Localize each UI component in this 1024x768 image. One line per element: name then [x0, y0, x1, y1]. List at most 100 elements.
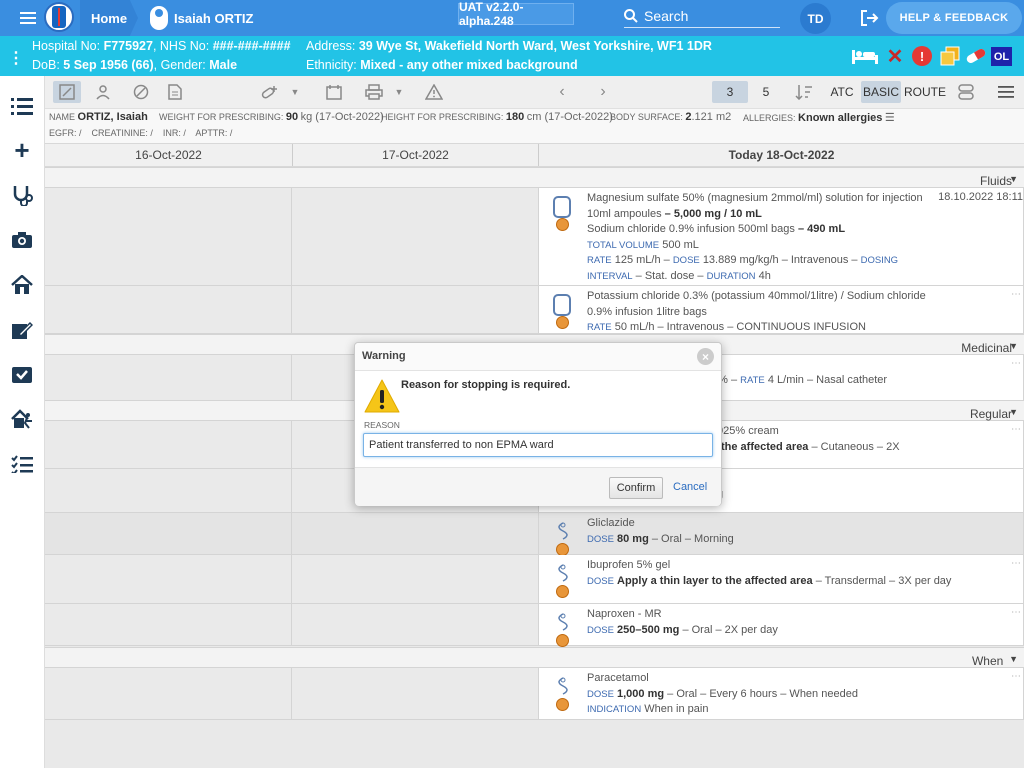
patient-tab[interactable]: Isaiah ORTIZ: [150, 0, 253, 36]
days-5-button[interactable]: 5: [755, 81, 777, 103]
patient-banner: ⋮ Hospital No: F775927, NHS No: ###-###-…: [0, 36, 1024, 76]
chart-view-icon[interactable]: [53, 81, 81, 103]
add-medication-dropdown-icon[interactable]: ▼: [288, 81, 302, 103]
gas-rate: 4 L/min – Nasal catheter: [767, 374, 888, 386]
table-row[interactable]: Naproxen - MR DOSE 250–500 mg – Oral – 2…: [45, 604, 1024, 647]
atc-button[interactable]: ATC: [827, 81, 857, 103]
previous-arrow-icon[interactable]: ‹: [553, 81, 571, 103]
more-dots-icon[interactable]: ⋯: [1011, 424, 1021, 435]
duration-label: DURATION: [706, 270, 756, 282]
sort-icon[interactable]: [793, 81, 815, 103]
address-line: Address: 39 Wye St, Wakefield North Ward…: [306, 39, 712, 53]
med-name-2: Sodium chloride 0.9% infusion 500ml bags: [587, 223, 795, 235]
med-dose: 80 mg: [617, 532, 649, 545]
med-magnesium: Magnesium sulfate 50% (magnesium 2mmol/m…: [587, 191, 923, 284]
print-icon[interactable]: [363, 81, 385, 103]
reason-input[interactable]: [363, 433, 713, 457]
dialog-title: Warning: [362, 350, 406, 362]
section-when-needed[interactable]: When needed ▼: [45, 647, 1024, 682]
edit-document-icon[interactable]: [8, 316, 36, 344]
med-paracetamol: Paracetamol DOSE 1,000 mg – Oral – Every…: [587, 671, 1017, 718]
cancel-link[interactable]: Cancel: [673, 481, 707, 493]
calendar-add-icon[interactable]: [323, 81, 345, 103]
gender: Male: [209, 58, 238, 72]
med-dose: 1,000 mg: [617, 687, 665, 700]
med-gliclazide: Gliclazide DOSE 80 mg – Oral – Morning: [587, 516, 1017, 547]
close-icon[interactable]: ×: [697, 348, 714, 365]
name-label: NAME: [49, 112, 76, 122]
name-value: ORTIZ, Isaiah: [77, 111, 148, 123]
info-allergies[interactable]: ALLERGIES: Known allergies ☰: [743, 111, 895, 124]
administer-icon[interactable]: [91, 81, 115, 103]
height-value: 180: [505, 111, 525, 123]
oral-med-icon: [553, 521, 573, 557]
duration-value: 4h: [758, 269, 771, 282]
table-row[interactable]: Gliclazide DOSE 80 mg – Oral – Morning: [45, 513, 1024, 557]
list-icon[interactable]: [8, 92, 36, 120]
table-row[interactable]: Ibuprofen 5% gel DOSE Apply a thin layer…: [45, 555, 1024, 604]
days-3-button[interactable]: 3: [712, 81, 748, 103]
info-height: HEIGHT FOR PRESCRIBING: 180 cm (17-Oct-2…: [381, 111, 613, 123]
date-col-2: 17-Oct-2022: [293, 144, 539, 166]
camera-icon[interactable]: [8, 226, 36, 254]
route-button[interactable]: ROUTE: [904, 81, 946, 103]
date-header: 16-Oct-2022 17-Oct-2022 Today 18-Oct-202…: [45, 143, 1024, 167]
search-box[interactable]: Search: [624, 4, 780, 28]
emergency-exit-icon[interactable]: [8, 405, 36, 433]
more-dots-icon[interactable]: ⋯: [1011, 607, 1021, 618]
address: 39 Wye St, Wakefield North Ward, West Yo…: [358, 39, 712, 53]
table-row[interactable]: Paracetamol DOSE 1,000 mg – Oral – Every…: [45, 668, 1024, 720]
inbox-check-icon[interactable]: [8, 360, 36, 388]
checklist-icon[interactable]: [8, 450, 36, 478]
table-row[interactable]: Potassium chloride 0.3% (potassium 40mmo…: [45, 286, 1024, 334]
med-potassium: Potassium chloride 0.3% (potassium 40mmo…: [587, 289, 953, 336]
version-badge: UAT v2.2.0-alpha.248: [458, 0, 574, 28]
add-medication-icon[interactable]: [258, 81, 282, 103]
cream-rest: – Cutaneous – 2X: [811, 440, 900, 453]
menu-icon[interactable]: [10, 0, 46, 36]
alert-icon[interactable]: !: [912, 46, 932, 66]
next-arrow-icon[interactable]: ›: [594, 81, 612, 103]
indication-label: INDICATION: [587, 704, 642, 715]
bed-icon[interactable]: [850, 46, 880, 66]
med-ibuprofen: Ibuprofen 5% gel DOSE Apply a thin layer…: [587, 558, 963, 589]
apttr: APTTR: /: [195, 128, 233, 138]
kebab-menu-icon[interactable]: ⋮: [8, 48, 24, 68]
home-care-icon[interactable]: [8, 271, 36, 299]
app-logo: [44, 2, 74, 32]
search-label: Search: [644, 7, 689, 24]
home-tab[interactable]: Home: [80, 0, 138, 36]
stethoscope-icon[interactable]: [8, 181, 36, 209]
section-fluids-label: Fluids: [979, 174, 1012, 188]
ol-status-badge[interactable]: OL: [991, 47, 1012, 66]
logout-icon[interactable]: [858, 6, 882, 30]
document-icon[interactable]: [165, 81, 185, 103]
cancel-prescription-icon[interactable]: [129, 81, 153, 103]
list-small-icon: ☰: [884, 112, 895, 124]
more-dots-icon[interactable]: ⋯: [1011, 289, 1021, 300]
more-dots-icon[interactable]: ⋯: [1011, 358, 1021, 369]
groups-icon[interactable]: [955, 81, 977, 103]
cream-dose: the affected area: [721, 440, 809, 453]
user-avatar[interactable]: TD: [800, 3, 831, 34]
warning-triangle-icon[interactable]: [423, 81, 445, 103]
table-row[interactable]: Magnesium sulfate 50% (magnesium 2mmol/m…: [45, 188, 1024, 286]
add-icon[interactable]: +: [8, 135, 36, 165]
more-dots-icon[interactable]: ⋯: [1011, 671, 1021, 682]
confirm-button[interactable]: Confirm: [609, 477, 663, 499]
ethnicity: Mixed - any other mixed background: [360, 58, 578, 72]
hospital-number-line: Hospital No: F775927, NHS No: ###-###-##…: [32, 39, 291, 53]
basic-label: BASIC: [862, 85, 899, 99]
copy-icon[interactable]: [940, 46, 960, 66]
interval-value: – Stat. dose –: [635, 269, 704, 282]
ethnicity-label: Ethnicity:: [306, 58, 357, 72]
section-fluids[interactable]: Fluids ▼: [45, 167, 1024, 188]
basic-button[interactable]: BASIC: [861, 81, 901, 103]
pill-icon[interactable]: [964, 46, 988, 66]
more-dots-icon[interactable]: ⋯: [1011, 558, 1021, 569]
hamburger-menu-icon[interactable]: [995, 81, 1017, 103]
print-dropdown-icon[interactable]: ▼: [392, 81, 406, 103]
help-feedback-button[interactable]: HELP & FEEDBACK: [886, 2, 1022, 34]
close-red-icon[interactable]: ✕: [886, 46, 904, 68]
med-dose-2: – 490 mL: [797, 223, 846, 235]
